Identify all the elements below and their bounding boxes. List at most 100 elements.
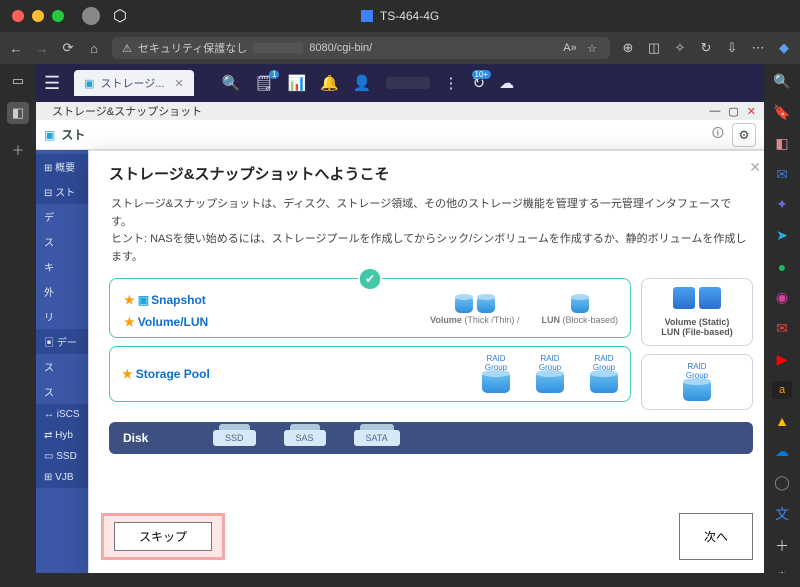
qts-notification-icon[interactable]: 🔔 (320, 74, 339, 92)
tab-strip-icon[interactable]: ▭ (7, 70, 29, 92)
spotify-icon[interactable]: ● (772, 257, 792, 276)
raid-group-icon: RAIDGroup (536, 355, 564, 393)
new-tab-button[interactable]: ＋ (7, 138, 29, 160)
sync-icon[interactable]: ↻ (698, 40, 714, 56)
qts-cloud-icon[interactable]: ☁ (499, 74, 514, 92)
window-title-text: TS-464-4G (380, 9, 439, 23)
shield-icon: ✔ (358, 267, 382, 291)
app-sub-header: ▣ スト 🛈 ⚙ (36, 120, 764, 150)
qts-top-nav: ☰ ▣ ストレージ... ✕ 🔍 🗒1 📊 🔔 👤 ⋮ ↻10+ ☁ (36, 64, 764, 102)
qts-clipboard-icon[interactable]: 🗒1 (254, 74, 273, 92)
redacted-user (386, 77, 430, 89)
disk-chip-ssd: SSD (213, 430, 256, 446)
modal-footer: スキップ 次へ (89, 509, 764, 573)
qts-more-icon[interactable]: ⋮ (444, 74, 459, 92)
app-breadcrumb: ストレージ&スナップショット (52, 103, 202, 119)
modal-close-icon[interactable]: ✕ (749, 159, 761, 176)
qts-tab-storage[interactable]: ▣ ストレージ... ✕ (74, 70, 194, 96)
hamburger-icon[interactable]: ☰ (44, 73, 60, 94)
app-min-icon[interactable]: — (709, 105, 720, 117)
next-button[interactable]: 次へ (679, 513, 753, 560)
volume-illustration: Volume (Thick /Thin) / (430, 297, 519, 325)
card-storage-pool: ★Storage Pool RAIDGroup RAIDGroup RAIDGr… (109, 346, 631, 402)
shopping-icon[interactable]: 🔖 (772, 103, 792, 122)
skip-highlight-box: スキップ (101, 513, 225, 560)
search-icon[interactable]: 🔍 (772, 72, 792, 91)
qts-page: ☰ ▣ ストレージ... ✕ 🔍 🗒1 📊 🔔 👤 ⋮ ↻10+ ☁ ストレージ… (36, 64, 764, 573)
app-max-icon[interactable]: ▢ (728, 105, 738, 118)
not-secure-icon: ⚠ (122, 42, 132, 55)
app-header-title: スト (61, 126, 85, 143)
modal-title: ストレージ&スナップショットへようこそ (109, 163, 753, 184)
wallet-icon[interactable]: ◧ (772, 134, 792, 153)
browser-toolbar: ← → ⟳ ⌂ ⚠ セキュリティ保護なし 8080/cgi-bin/ A» ☆ … (0, 32, 800, 64)
app-settings-button[interactable]: ⚙ (732, 123, 756, 147)
qts-user-icon[interactable]: 👤 (353, 74, 372, 92)
card-right-raid: RAIDGroup (641, 354, 753, 410)
split-icon[interactable]: ◫ (646, 40, 662, 56)
chrome-icon[interactable]: ◯ (772, 473, 792, 492)
home-button[interactable]: ⌂ (86, 41, 102, 56)
app-close-icon[interactable]: ✕ (747, 105, 756, 118)
back-button[interactable]: ← (8, 41, 24, 56)
storage-diagram: ✔ ★▣Snapshot ★Volume/LUN Volume (Thick /… (109, 278, 753, 410)
window-controls (12, 10, 64, 22)
raid-group-icon: RAIDGroup (482, 355, 510, 393)
skip-button[interactable]: スキップ (114, 522, 212, 551)
storage-pool-label: ★Storage Pool (122, 367, 210, 381)
qnap-logo-icon (361, 10, 373, 22)
gmail-icon[interactable]: ✉ (772, 319, 792, 338)
current-tab-icon[interactable]: ◧ (7, 102, 29, 124)
address-bar[interactable]: ⚠ セキュリティ保護なし 8080/cgi-bin/ A» ☆ (112, 37, 610, 59)
profile-avatar[interactable] (82, 7, 100, 25)
disk-label: Disk (123, 431, 185, 445)
maximize-window-button[interactable] (52, 10, 64, 22)
url-suffix: 8080/cgi-bin/ (309, 42, 372, 54)
rail-add-icon[interactable]: ＋ (772, 536, 792, 556)
app-menu-icon[interactable]: ⬡ (112, 6, 128, 26)
browser-left-rail: ▭ ◧ ＋ (0, 64, 36, 587)
disk-chip-sata: SATA (354, 430, 400, 446)
security-label: セキュリティ保護なし (138, 40, 247, 56)
app-window-chrome: ストレージ&スナップショット — ▢ ✕ (36, 102, 764, 120)
volumelun-label: ★Volume/LUN (124, 315, 208, 329)
browser-right-rail: 🔍 🔖 ◧ ✉ ✦ ➤ ● ◉ ✉ ▶ a ▲ ☁ ◯ 文 ＋ ⚙ (764, 64, 800, 587)
extensions-icon[interactable]: ⊕ (620, 40, 636, 56)
forward-button[interactable]: → (34, 41, 50, 56)
outlook-icon[interactable]: ✉ (772, 165, 792, 184)
youtube-icon[interactable]: ▶ (772, 350, 792, 369)
instagram-icon[interactable]: ◉ (772, 288, 792, 307)
storage-icon: ▣ (84, 77, 94, 90)
modal-description: ストレージ&スナップショットは、ディスク、ストレージ領域、その他のストレージ機能… (89, 188, 764, 272)
refresh-button[interactable]: ⟳ (60, 40, 76, 56)
drive-icon[interactable]: ▲ (772, 411, 792, 430)
qts-search-icon[interactable]: 🔍 (222, 74, 241, 92)
card-static-volume: Volume (Static) LUN (File-based) (641, 278, 753, 346)
telegram-icon[interactable]: ➤ (772, 226, 792, 245)
onedrive-icon[interactable]: ☁ (772, 442, 792, 461)
amazon-icon[interactable]: a (772, 381, 792, 400)
browser-bottom-strip (0, 573, 800, 587)
favorite-icon[interactable]: ☆ (584, 42, 600, 55)
copilot-icon[interactable]: ◆ (776, 40, 792, 56)
star-icon[interactable]: ✦ (772, 195, 792, 214)
close-window-button[interactable] (12, 10, 24, 22)
card-snapshot-volume: ✔ ★▣Snapshot ★Volume/LUN Volume (Thick /… (109, 278, 631, 338)
collections-icon[interactable]: ✧ (672, 40, 688, 56)
read-aloud-icon[interactable]: A» (562, 42, 578, 54)
macos-titlebar: ⬡ TS-464-4G (0, 0, 800, 32)
redacted-host (253, 43, 303, 53)
translate-icon[interactable]: 文 (772, 504, 792, 524)
welcome-modal: ✕ ストレージ&スナップショットへようこそ ストレージ&スナップショットは、ディ… (88, 150, 764, 573)
qts-tab-label: ストレージ... (101, 75, 165, 91)
qts-refresh-icon[interactable]: ↻10+ (473, 74, 486, 92)
raid-group-icon: RAIDGroup (590, 355, 618, 393)
minimize-window-button[interactable] (32, 10, 44, 22)
snapshot-label: ★▣Snapshot (124, 293, 208, 307)
close-tab-icon[interactable]: ✕ (175, 77, 184, 90)
app-help-icon[interactable]: 🛈 (712, 124, 724, 145)
more-icon[interactable]: ⋯ (750, 40, 766, 56)
disk-chip-sas: SAS (284, 430, 326, 446)
downloads-icon[interactable]: ⇩ (724, 40, 740, 56)
qts-dashboard-icon[interactable]: 📊 (287, 74, 306, 92)
